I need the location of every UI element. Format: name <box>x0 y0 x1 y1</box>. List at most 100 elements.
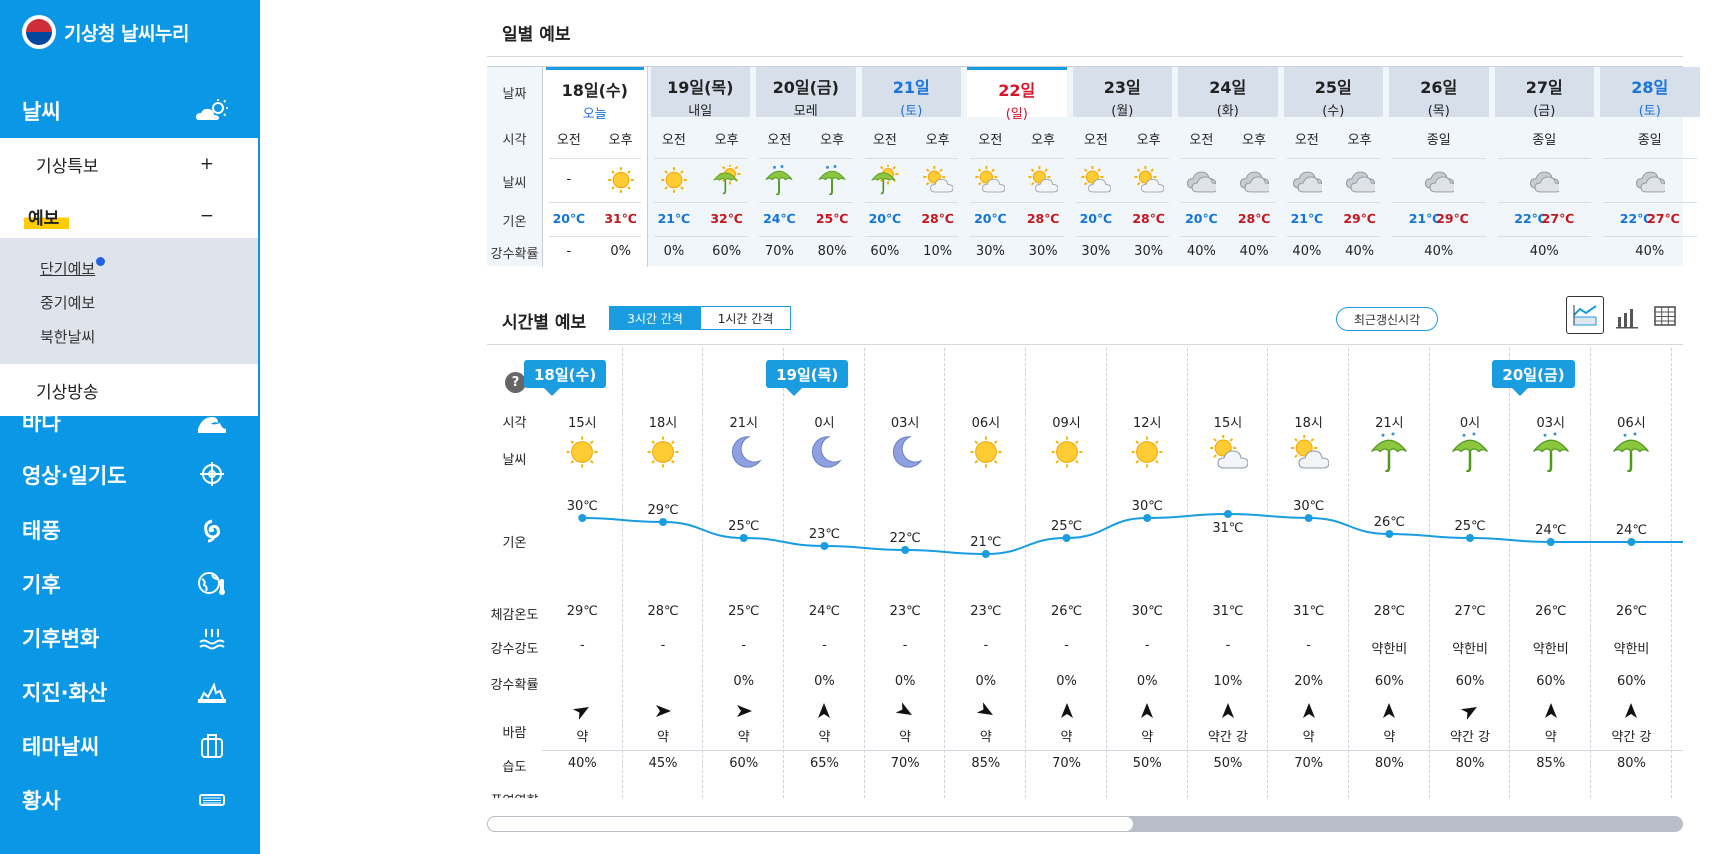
temp-cell: 32℃ <box>710 211 743 226</box>
sun-cloud-icon <box>975 165 1006 195</box>
day-column: 25일 (수) 오전 40% 오후 40% 21℃ 29℃ <box>1281 67 1387 267</box>
expand-toggle[interactable]: + <box>200 154 214 174</box>
nav-label: 테마날씨 <box>22 735 100 759</box>
temperature-point <box>1466 534 1475 542</box>
nav-item[interactable]: 지진·화산 <box>0 667 260 717</box>
sun-icon <box>606 165 636 195</box>
row-divider <box>549 202 641 203</box>
icon-cell <box>859 163 912 195</box>
pop-cell: 40% <box>1424 244 1454 259</box>
cloud-icon <box>1345 165 1378 195</box>
day-header[interactable]: 18일(수) 오늘 <box>546 67 644 122</box>
time-cell: 오전 <box>978 133 1003 148</box>
submenu-special-report[interactable]: 기상특보 + <box>0 138 258 190</box>
interval-1h-button[interactable]: 1시간 간격 <box>700 306 791 330</box>
collapse-toggle[interactable]: − <box>200 206 214 226</box>
nav-item[interactable]: 영상·일기도 <box>0 450 260 500</box>
nav-item[interactable]: 기후 <box>0 559 260 609</box>
pop-cell: 40% <box>1635 244 1665 259</box>
submenu-forecast[interactable]: 예보 − <box>0 190 258 242</box>
nav-item[interactable]: 기후변화 <box>0 613 260 663</box>
row-divider <box>1497 202 1591 203</box>
day-header[interactable]: 26일 (목) <box>1389 67 1489 119</box>
row-divider <box>970 158 1064 159</box>
time-cell: 오후 <box>608 133 633 148</box>
pop-cell: 10% <box>923 244 953 259</box>
day-header[interactable]: 23일 (월) <box>1072 67 1172 119</box>
nav-label: 지진·화산 <box>22 681 108 705</box>
row-divider <box>1392 202 1486 203</box>
temp-cell: 24℃ <box>763 211 796 226</box>
temp-cell: 31℃ <box>604 211 637 226</box>
time-cell: 오전 <box>556 133 581 148</box>
interval-3h-button[interactable]: 3시간 간격 <box>609 306 701 330</box>
time-cell: 종일 <box>1426 133 1451 148</box>
logo[interactable]: 기상청 날씨누리 <box>22 14 189 50</box>
row-divider <box>970 236 1064 237</box>
nav-label: 기후변화 <box>22 627 100 651</box>
temp-cell: 25℃ <box>815 211 849 226</box>
submenu-mid-term[interactable]: 중기예보 <box>40 292 95 313</box>
day-sub: 모레 <box>793 104 818 119</box>
hourly-forecast-table: ? 시각날씨기온체감온도강수강도강수확률바람습도폭염영향15시29℃-약40%1… <box>487 348 1683 798</box>
day-date: 18일(수) <box>561 81 628 100</box>
weather-icon <box>194 97 230 125</box>
day-sub: (토) <box>1638 104 1661 119</box>
day-date: 27일 <box>1525 78 1563 97</box>
submenu-north-korea[interactable]: 북한날씨 <box>40 326 95 347</box>
icon-cell <box>1386 165 1492 195</box>
cloud-icon <box>1529 165 1563 195</box>
day-header[interactable]: 21일 (토) <box>861 67 961 119</box>
scrollbar-thumb[interactable] <box>487 816 1134 832</box>
row-divider <box>759 202 853 203</box>
table-view-icon[interactable] <box>1652 303 1678 329</box>
day-header[interactable]: 28일 (토) <box>1600 67 1700 119</box>
horizontal-scrollbar[interactable] <box>487 816 1683 832</box>
graph-view-icon[interactable] <box>1566 296 1604 334</box>
day-header[interactable]: 22일 (일) <box>967 67 1067 122</box>
cloud-icon <box>1186 165 1220 195</box>
nav-item[interactable]: 태풍 <box>0 505 260 555</box>
row-label: 강수확률 <box>490 247 539 262</box>
day-header[interactable]: 25일 (수) <box>1283 67 1383 119</box>
temperature-point <box>1223 510 1232 518</box>
pop-cell: - <box>566 244 572 259</box>
forecast-submenu: 단기예보 중기예보 북한날씨 <box>0 238 258 364</box>
temp-cell: 21℃ <box>1290 211 1324 226</box>
nav-item[interactable]: 황사 <box>0 775 260 825</box>
recent-update-button[interactable]: 최근갱신시각 <box>1336 307 1438 331</box>
row-divider <box>864 236 958 237</box>
pop-cell: 60% <box>870 244 900 259</box>
temp-cell: 21℃ <box>657 211 691 226</box>
day-header[interactable]: 24일 (화) <box>1178 67 1278 119</box>
wave-icon <box>194 408 230 436</box>
time-cell: 오후 <box>820 133 845 148</box>
pop-cell: 80% <box>817 244 847 259</box>
sidebar: 기상청 날씨누리 날씨 기상특보 + 예보 − 단기예보 중기예보 북한날씨 기… <box>0 0 260 854</box>
nav-item[interactable]: 테마날씨 <box>0 721 260 771</box>
time-cell: 오후 <box>1347 133 1372 148</box>
day-header[interactable]: 19일(목) 내일 <box>650 67 750 119</box>
temperature-label: 25℃ <box>1454 519 1485 534</box>
weather-submenu: 기상특보 + 예보 − <box>0 138 258 238</box>
bar-chart-view-icon[interactable] <box>1614 303 1640 329</box>
icon-cell <box>1017 165 1070 195</box>
icon-cell <box>1070 165 1123 195</box>
briefcase-icon <box>194 732 230 760</box>
umbrella-sun-icon <box>870 163 900 195</box>
temperature-point <box>1385 530 1394 538</box>
day-header[interactable]: 20일(금) 모레 <box>756 67 856 119</box>
nav-weather[interactable]: 날씨 <box>0 86 260 136</box>
icon-cell <box>1175 165 1228 195</box>
day-header[interactable]: 27일 (금) <box>1494 67 1594 119</box>
temp-cell: 20℃ <box>1185 211 1218 226</box>
day-column: 23일 (월) 오전 30% 오후 30% 20℃ 28℃ <box>1070 67 1176 267</box>
icon-cell <box>1122 165 1175 195</box>
nav-item[interactable]: 바다 <box>0 397 260 447</box>
time-cell: 오전 <box>872 133 897 148</box>
nav-label: 바다 <box>22 411 61 435</box>
submenu-short-term[interactable]: 단기예보 <box>40 257 106 279</box>
icon-cell <box>753 165 806 196</box>
no-data-icon: - <box>566 172 572 187</box>
cloud-icon <box>1239 165 1273 195</box>
